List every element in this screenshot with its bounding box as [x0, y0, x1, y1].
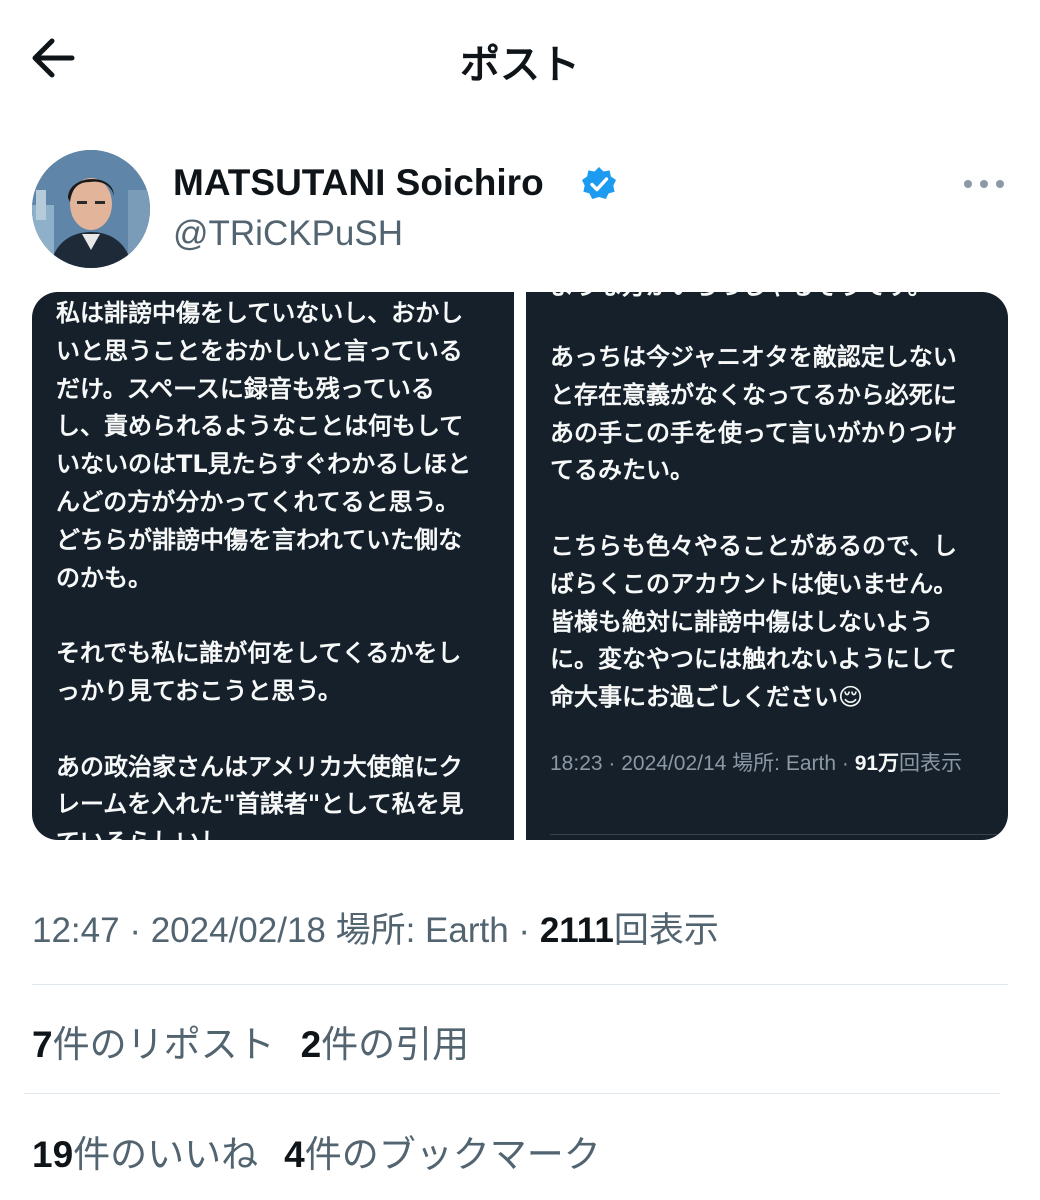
post-date[interactable]: 2024/02/18	[151, 911, 326, 950]
top-bar: ポスト	[0, 0, 1040, 120]
quotes-stat[interactable]: 2件の引用	[301, 1023, 470, 1066]
image-2-text: あっちは今ジャニオタを敵認定しない と存在意義がなくなってるから必死に あの手こ…	[550, 343, 958, 712]
screenshot-image-1[interactable]: 私は誹謗中傷をしていないし、おかし いと思うことをおかしいと言っている だけ。ス…	[32, 292, 514, 840]
image-2-divider	[550, 834, 1008, 835]
reposts-stat[interactable]: 7件のリポスト	[32, 1023, 275, 1066]
bookmarks-stat[interactable]: 4件のブックマーク	[284, 1133, 601, 1176]
avatar-photo	[32, 150, 150, 268]
image-1-text: 私は誹謗中傷をしていないし、おかし いと思うことをおかしいと言っている だけ。ス…	[56, 299, 472, 840]
image-2-meta: 18:23 · 2024/02/14 場所: Earth · 91万回表示	[550, 752, 963, 775]
post-meta: 12:47 · 2024/02/18 場所: Earth · 2111回表示	[32, 911, 719, 950]
screenshot-image-2[interactable]: ような方がいらっしゃるそうです。 あっちは今ジャニオタを敵認定しない と存在意義…	[526, 292, 1008, 840]
display-name[interactable]: MATSUTANI Soichiro	[173, 162, 544, 204]
user-handle[interactable]: @TRiCKPuSH	[173, 214, 403, 254]
page-title: ポスト	[460, 42, 580, 88]
image-2-cutoff-text: ような方がいらっしゃるそうです。	[550, 292, 932, 306]
divider	[24, 1093, 1000, 1094]
post-location: 場所: Earth ·	[325, 911, 540, 950]
avatar[interactable]	[32, 150, 150, 268]
verified-badge-icon	[582, 167, 616, 199]
verified-badge[interactable]	[581, 166, 617, 202]
repost-stats-row: 7件のリポスト 2件の引用	[32, 1014, 469, 1068]
author-row: MATSUTANI Soichiro @TRiCKPuSH	[32, 150, 1012, 270]
likes-stat[interactable]: 19件のいいね	[32, 1133, 258, 1176]
media-gallery: 私は誹謗中傷をしていないし、おかし いと思うことをおかしいと言っている だけ。ス…	[32, 292, 1008, 840]
post-time[interactable]: 12:47	[32, 911, 120, 950]
more-options-button[interactable]	[962, 172, 1006, 196]
engagement-stats-row: 19件のいいね 4件のブックマーク	[32, 1124, 601, 1178]
views-count: 2111	[539, 911, 614, 950]
views-label: 回表示	[613, 911, 719, 950]
divider	[32, 984, 1008, 985]
